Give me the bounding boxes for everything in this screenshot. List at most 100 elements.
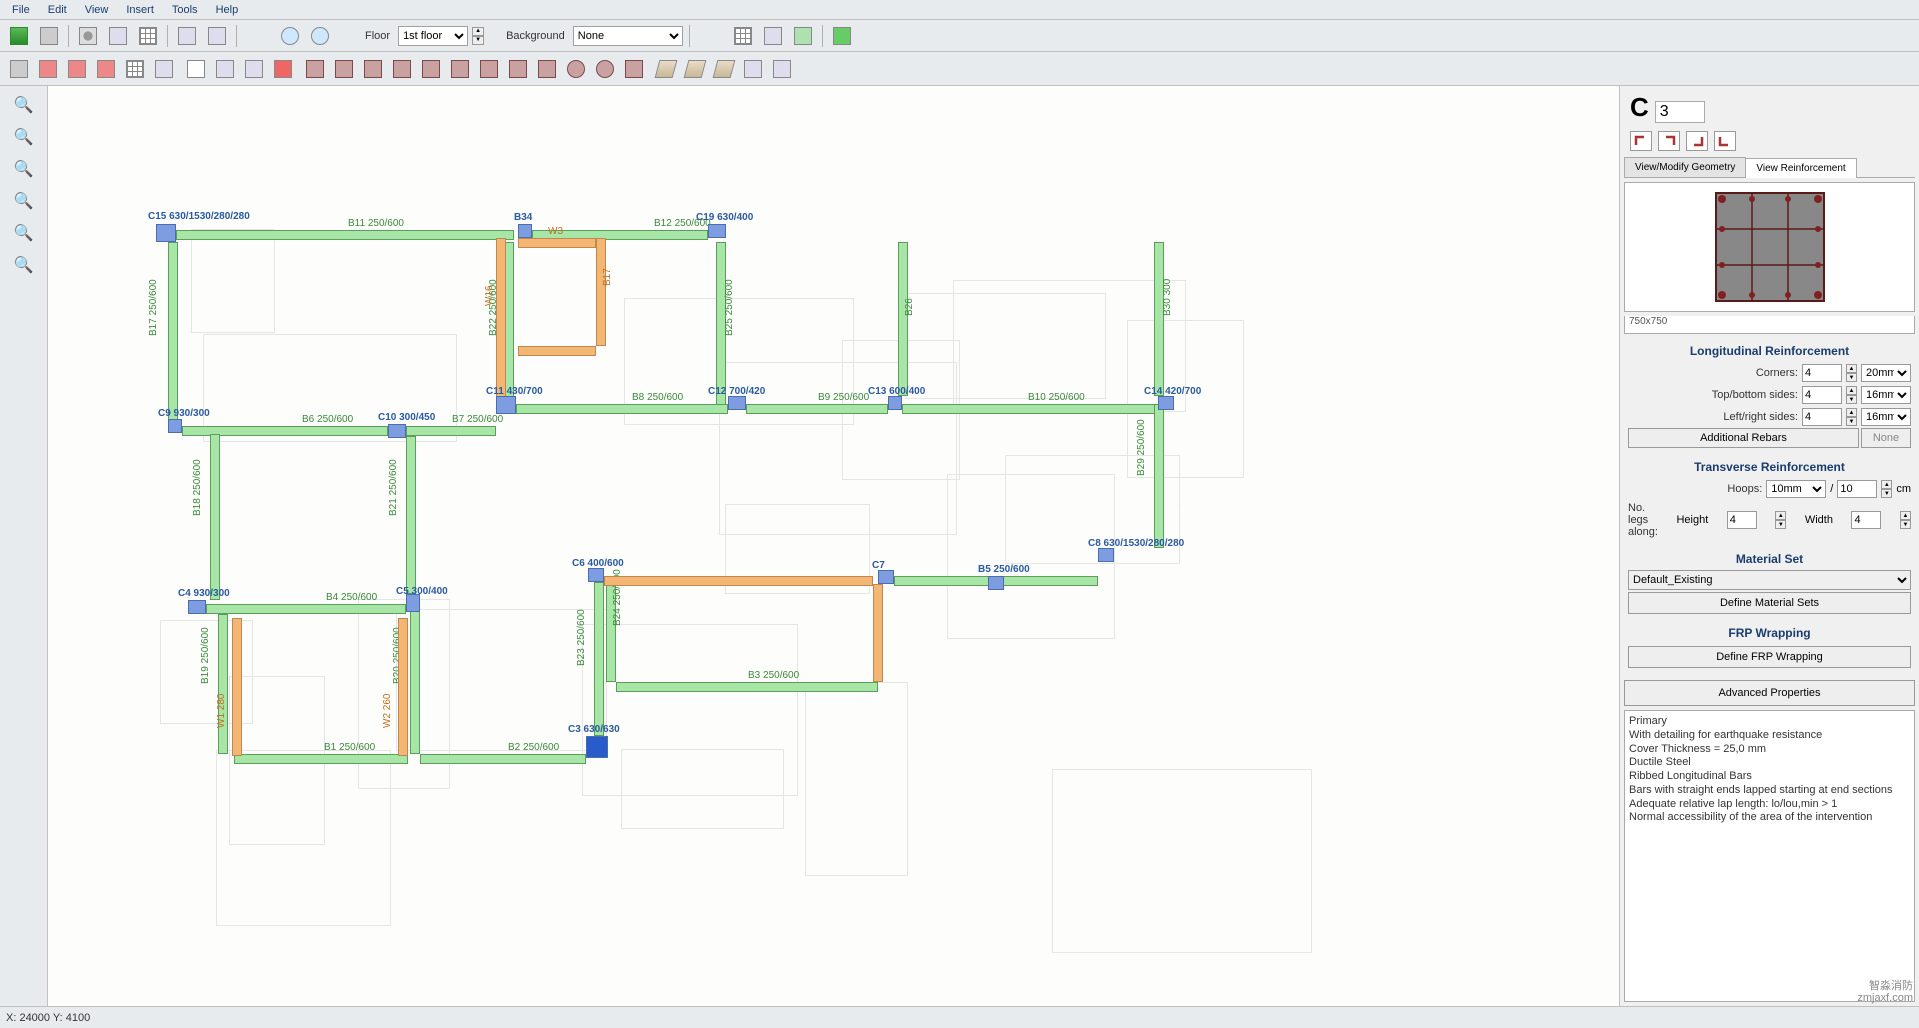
wall-W4[interactable] (518, 346, 596, 356)
lr-dia-select[interactable]: 16mm (1861, 408, 1911, 426)
corners-dia-select[interactable]: 20mm (1861, 364, 1911, 382)
menu-help[interactable]: Help (208, 2, 247, 18)
column-C15[interactable] (156, 224, 176, 242)
beam-B21v[interactable] (406, 436, 416, 594)
section-t2-button[interactable] (389, 56, 415, 82)
legs-height-input[interactable] (1727, 511, 1757, 529)
tab-reinforcement[interactable]: View Reinforcement (1745, 158, 1856, 178)
advanced-properties-button[interactable]: Advanced Properties (1624, 680, 1915, 706)
save-button[interactable] (6, 23, 32, 49)
snap-button[interactable] (730, 23, 756, 49)
column-C19[interactable] (708, 224, 726, 238)
lr-input[interactable] (1802, 408, 1842, 426)
section-u-button[interactable] (447, 56, 473, 82)
lr-spin[interactable]: ▲▼ (1846, 408, 1857, 426)
section-rect-button[interactable] (302, 56, 328, 82)
beam-B11[interactable] (176, 230, 514, 240)
floor-spinner[interactable]: ▲▼ (472, 27, 484, 45)
zoom-in-button[interactable]: 🔍 (9, 92, 39, 118)
zoom-selection-button[interactable]: 🔍 (9, 220, 39, 246)
section-poly-button[interactable] (621, 56, 647, 82)
tab-geometry[interactable]: View/Modify Geometry (1624, 157, 1746, 177)
corners-spin[interactable]: ▲▼ (1846, 364, 1857, 382)
pan-button[interactable]: 🔍 (9, 252, 39, 278)
run-button[interactable] (829, 23, 855, 49)
wall-W5[interactable] (604, 576, 873, 586)
hoops-dia-select[interactable]: 10mm (1766, 480, 1826, 498)
grid-edit-button[interactable] (122, 56, 148, 82)
wall-W1[interactable] (232, 618, 242, 756)
mesh-button[interactable] (769, 56, 795, 82)
section-c-button[interactable] (476, 56, 502, 82)
hoops-spacing-input[interactable] (1837, 480, 1877, 498)
layers-button[interactable] (105, 23, 131, 49)
menu-file[interactable]: File (4, 2, 38, 18)
beam-B3[interactable] (616, 682, 878, 692)
grid-define-button[interactable] (93, 56, 119, 82)
legs-h-spin[interactable]: ▲▼ (1775, 511, 1786, 529)
section-ring-button[interactable] (592, 56, 618, 82)
column-C9[interactable] (168, 419, 182, 433)
column-C8[interactable] (1098, 548, 1114, 562)
legs-w-spin[interactable]: ▲▼ (1900, 511, 1911, 529)
column-C10[interactable] (388, 424, 406, 438)
export-dwg-button[interactable] (36, 23, 62, 49)
column-C13[interactable] (888, 396, 902, 410)
zoom-window-button[interactable]: 🔍 (9, 156, 39, 182)
grid-toggle-button[interactable] (135, 23, 161, 49)
beam-B4[interactable] (206, 604, 406, 614)
beam-B17v[interactable] (168, 242, 178, 420)
menu-edit[interactable]: Edit (40, 2, 75, 18)
section-t-button[interactable] (360, 56, 386, 82)
beam-B23v[interactable] (594, 582, 604, 736)
beam-B7[interactable] (406, 426, 496, 436)
building-button[interactable] (35, 56, 61, 82)
slab-hole-button[interactable] (682, 56, 708, 82)
ortho-button[interactable] (760, 23, 786, 49)
section-z-button[interactable] (505, 56, 531, 82)
column-C12[interactable] (728, 396, 746, 410)
corners-input[interactable] (1802, 364, 1842, 382)
floor-plan-canvas[interactable]: B11 250/600B12 250/600B17 250/600B22 250… (48, 86, 1619, 1006)
column-C3[interactable] (586, 736, 608, 758)
slab-load-button[interactable] (711, 56, 737, 82)
import-dwg-button[interactable] (6, 56, 32, 82)
delete-button[interactable] (270, 56, 296, 82)
menu-insert[interactable]: Insert (118, 2, 162, 18)
background-select[interactable]: None (573, 26, 683, 46)
stairs-button[interactable] (740, 56, 766, 82)
column-B5c[interactable] (988, 576, 1004, 590)
model-button[interactable] (64, 56, 90, 82)
wall-W3[interactable] (518, 238, 596, 248)
column-C7[interactable] (878, 570, 894, 584)
rebars-none-button[interactable]: None (1861, 428, 1911, 448)
undo-button[interactable] (277, 23, 303, 49)
section-l-button[interactable] (331, 56, 357, 82)
menu-tools[interactable]: Tools (164, 2, 206, 18)
tb-dia-select[interactable]: 16mm (1861, 386, 1911, 404)
beam-B2[interactable] (420, 754, 586, 764)
beam-B30v[interactable] (1154, 242, 1164, 396)
beam-B29v[interactable] (1154, 404, 1164, 548)
hoops-spin[interactable]: ▲▼ (1881, 480, 1892, 498)
tb-spin[interactable]: ▲▼ (1846, 386, 1857, 404)
wizard-button[interactable] (151, 56, 177, 82)
print-button[interactable] (174, 23, 200, 49)
define-material-sets-button[interactable]: Define Material Sets (1628, 592, 1911, 614)
orient-bl-button[interactable] (1714, 131, 1736, 151)
redo-button[interactable] (307, 23, 333, 49)
column-C11[interactable] (496, 396, 516, 414)
move-button[interactable] (212, 56, 238, 82)
slab-button[interactable] (653, 56, 679, 82)
section-circ-button[interactable] (563, 56, 589, 82)
zoom-extents-button[interactable]: 🔍 (9, 188, 39, 214)
menu-view[interactable]: View (77, 2, 117, 18)
orient-tr-button[interactable] (1658, 131, 1680, 151)
wall-W2[interactable] (398, 618, 408, 756)
beam-B1[interactable] (234, 754, 408, 764)
element-number-input[interactable] (1655, 101, 1705, 123)
column-B34[interactable] (518, 224, 532, 238)
zoom-out-button[interactable]: 🔍 (9, 124, 39, 150)
section-i-button[interactable] (418, 56, 444, 82)
column-C4[interactable] (188, 600, 206, 614)
